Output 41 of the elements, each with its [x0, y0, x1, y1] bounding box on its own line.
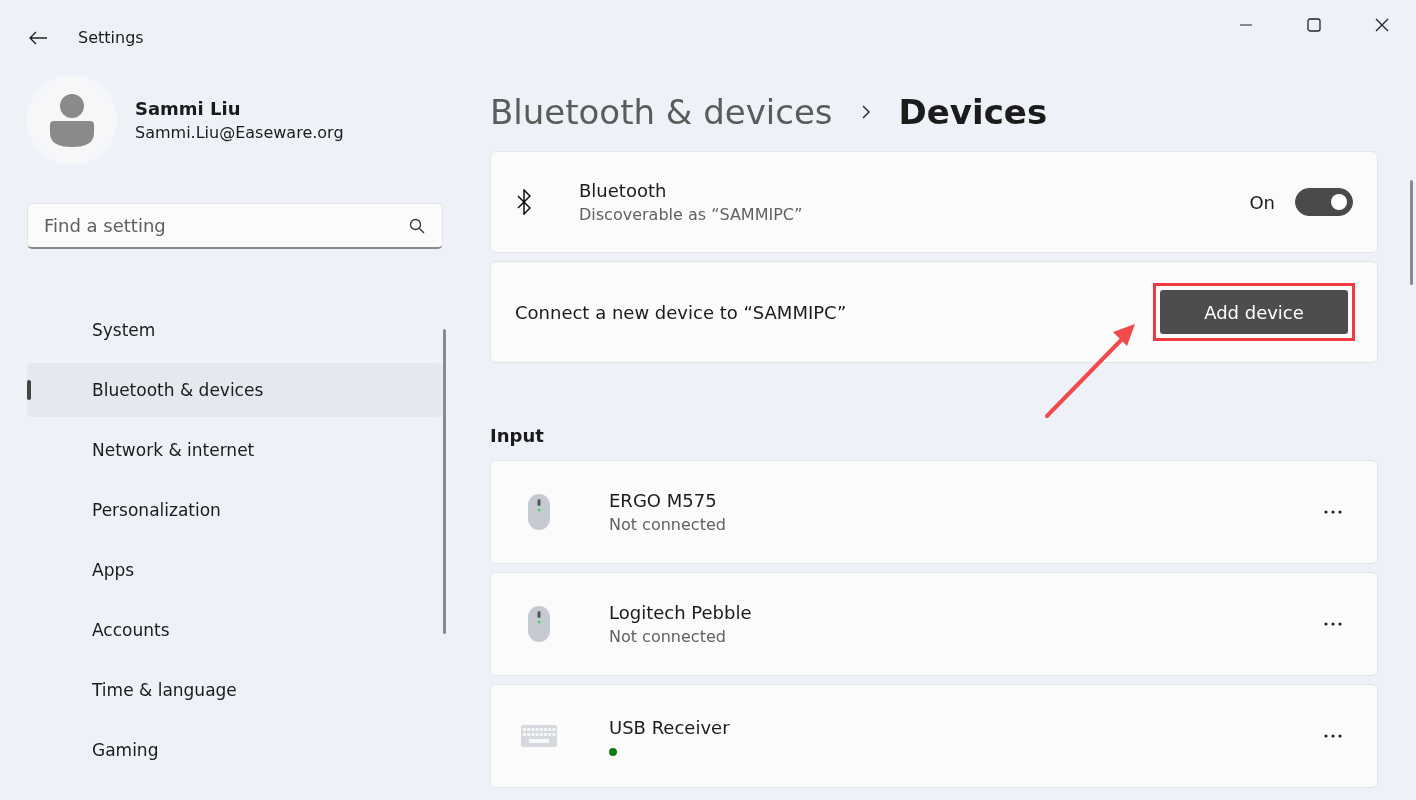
device-name: Logitech Pebble: [609, 602, 753, 623]
device-card[interactable]: USB Receiver: [490, 684, 1378, 788]
toggle-switch[interactable]: [1295, 188, 1353, 216]
more-icon: [1323, 622, 1343, 626]
device-name: USB Receiver: [609, 716, 731, 738]
sidebar-item[interactable]: System: [27, 303, 443, 357]
sidebar-item[interactable]: Accounts: [27, 603, 443, 657]
sidebar-item[interactable]: Personalization: [27, 483, 443, 537]
more-icon: [1323, 734, 1343, 738]
window-title: Settings: [78, 28, 144, 47]
device-name: ERGO M575: [609, 490, 718, 511]
device-card[interactable]: ERGO M575 Not connected: [490, 460, 1378, 564]
card-title: Bluetooth: [579, 180, 668, 201]
add-device-button[interactable]: Add device: [1160, 290, 1348, 334]
device-status: Not connected: [609, 515, 727, 534]
bluetooth-icon: [517, 189, 531, 215]
scrollbar[interactable]: [443, 329, 446, 634]
account-email: Sammi.Liu@Easeware.org: [135, 123, 344, 142]
chevron-icon: [860, 104, 871, 120]
more-icon: [1323, 510, 1343, 514]
search-icon: [409, 218, 425, 234]
device-card[interactable]: Logitech Pebble Not connected: [490, 572, 1378, 676]
scrollbar[interactable]: [1410, 180, 1413, 285]
account-name: Sammi Liu: [135, 98, 242, 119]
sidebar-item[interactable]: Network & internet: [27, 423, 443, 477]
breadcrumb-link[interactable]: Bluetooth & devices: [490, 92, 833, 132]
toggle-label: On: [1249, 191, 1275, 213]
device-status: Not connected: [609, 627, 727, 646]
search-field[interactable]: Find a setting: [27, 203, 443, 249]
selection-indicator: [27, 380, 31, 400]
maximize-icon: [1307, 17, 1321, 32]
keyboard-icon: [521, 725, 557, 747]
page-title: Devices: [898, 92, 1048, 132]
sidebar-item[interactable]: Time & language: [27, 663, 443, 717]
sidebar-item[interactable]: Gaming: [27, 723, 443, 777]
sidebar-item[interactable]: Bluetooth & devices: [27, 363, 443, 417]
close-icon: [1375, 17, 1389, 32]
sidebar-item[interactable]: Apps: [27, 543, 443, 597]
card-text: Connect a new device to “SAMMIPC”: [515, 301, 848, 323]
section-heading: Input: [490, 425, 545, 446]
card-subtitle: Discoverable as “SAMMIPC”: [579, 205, 804, 224]
